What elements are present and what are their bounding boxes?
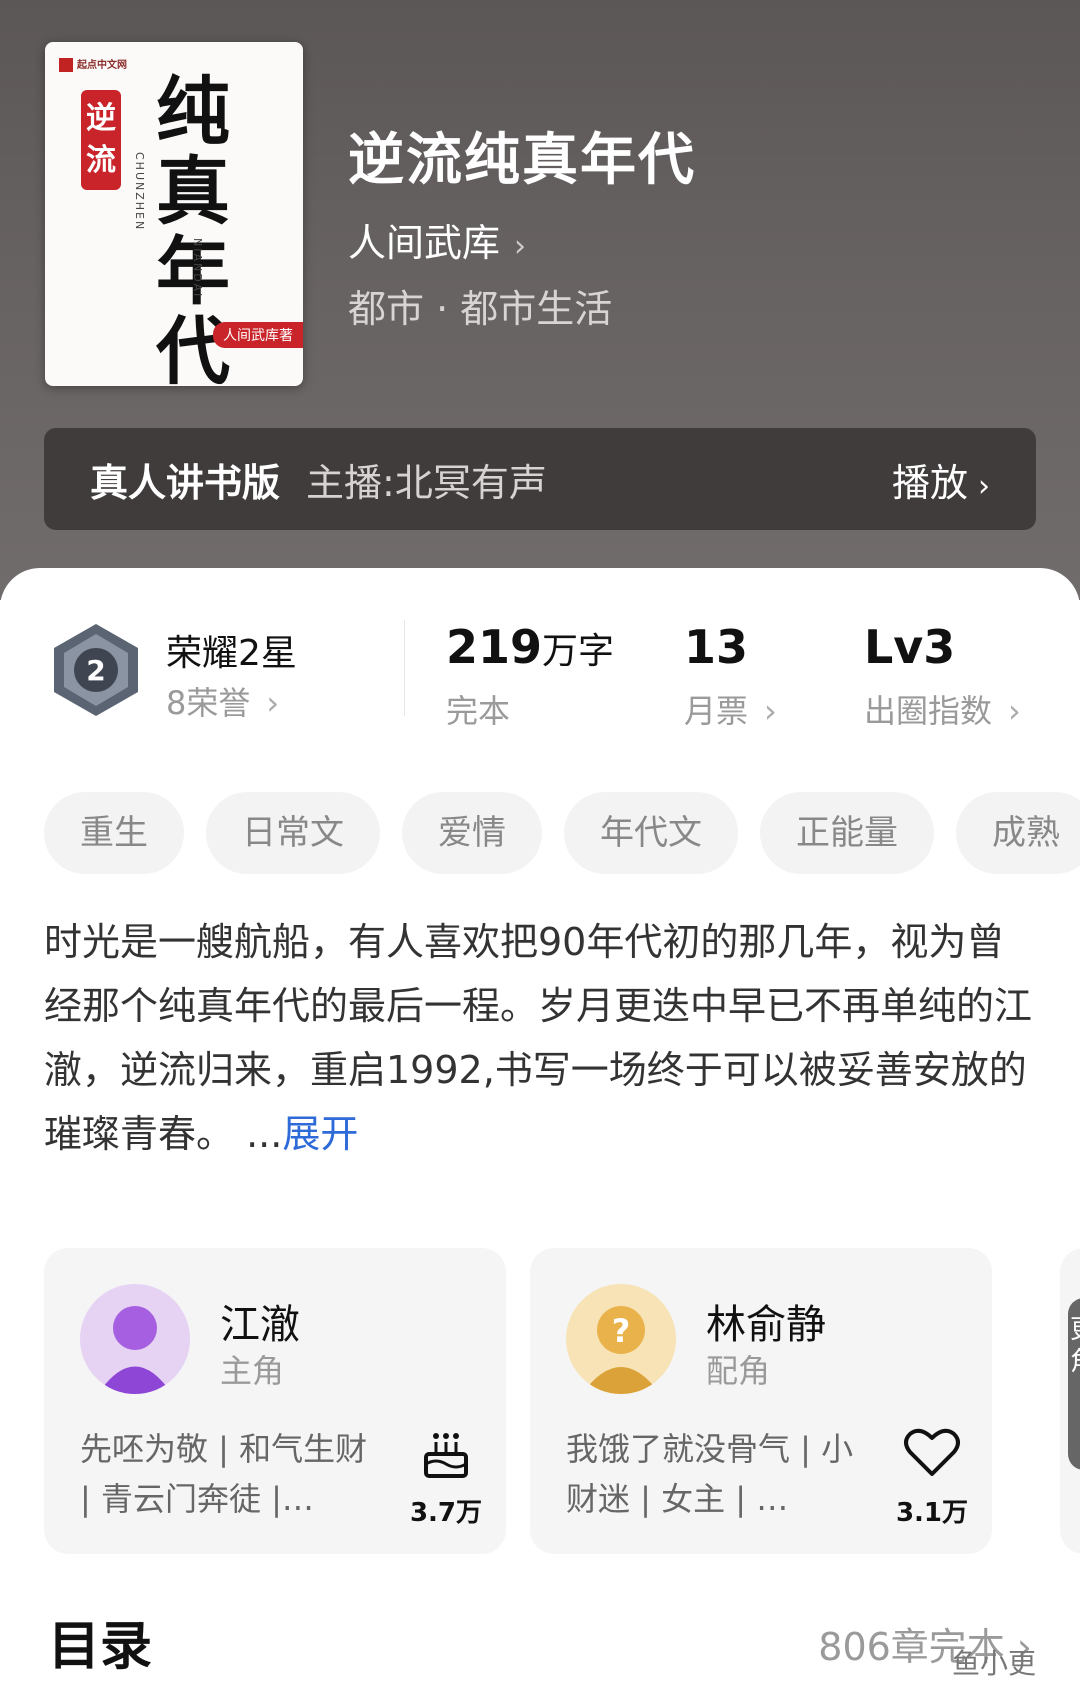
chevron-right-icon: ›: [978, 468, 990, 504]
cover-publisher: 起点中文网: [59, 56, 127, 72]
character-like-count: 3.7万: [409, 1498, 483, 1528]
character-name: 林俞静: [706, 1302, 826, 1348]
cover-author-stamp: 人间武库著: [213, 322, 303, 348]
tag-list: 重生 日常文 爱情 年代文 正能量 成熟: [44, 792, 1080, 874]
cake-icon: [424, 1433, 468, 1478]
toc-title: 目录: [48, 1617, 153, 1677]
book-cover[interactable]: 起点中文网 逆流 纯真年代 CHUNZHEN NIANDAI 人间武库著: [45, 42, 303, 386]
character-name: 江澈: [220, 1302, 300, 1348]
avatar: ?: [566, 1284, 676, 1394]
honor-count-link[interactable]: 8荣誉 ›: [166, 678, 279, 724]
tag-chip[interactable]: 爱情: [402, 792, 542, 874]
more-characters-button[interactable]: 更多角色: [1068, 1298, 1080, 1470]
expand-link[interactable]: 展开: [282, 1112, 358, 1156]
chevron-right-icon: ›: [1008, 692, 1021, 730]
cover-subtitle: 逆流: [81, 90, 121, 190]
tag-chip[interactable]: 成熟: [956, 792, 1080, 874]
book-description: 时光是一艘航船，有人喜欢把90年代初的那几年，视为曾经那个纯真年代的最后一程。岁…: [44, 910, 1039, 1166]
author-name: 人间武库: [348, 221, 501, 265]
book-genre: 都市 · 都市生活: [348, 287, 613, 331]
chevron-right-icon: ›: [764, 692, 777, 730]
character-card[interactable]: ? 林俞静 配角 我饿了就没骨气 | 小财迷 | 女主 | … 3.1万: [530, 1248, 992, 1554]
tag-chip[interactable]: 重生: [44, 792, 184, 874]
stats-row: 2 荣耀2星 8荣誉 › 219万字 完本 13 月票 › Lv3 出圈指数 ›: [0, 620, 1080, 730]
character-card[interactable]: 江澈 主角 先呸为敬 | 和气生财 | 青云门奔徒 |… 3.7万: [44, 1248, 506, 1554]
monthly-ticket-stat[interactable]: 13 月票 ›: [684, 620, 777, 732]
book-title: 逆流纯真年代: [348, 127, 696, 193]
chevron-right-icon: ›: [514, 229, 527, 264]
audio-label: 真人讲书版: [90, 460, 281, 505]
svg-text:2: 2: [86, 654, 105, 687]
heart-icon[interactable]: [902, 1424, 962, 1480]
author-link[interactable]: 人间武库 ›: [348, 212, 526, 267]
character-like-count: 3.1万: [895, 1498, 969, 1528]
tag-chip[interactable]: 年代文: [564, 792, 738, 874]
tag-chip[interactable]: 日常文: [206, 792, 380, 874]
book-header: 起点中文网 逆流 纯真年代 CHUNZHEN NIANDAI 人间武库著 逆流纯…: [0, 0, 1080, 600]
cover-pinyin-1: CHUNZHEN: [133, 152, 146, 232]
cover-pinyin-2: NIANDAI: [191, 238, 204, 299]
play-button[interactable]: 播放 ›: [892, 452, 990, 507]
popularity-index-stat[interactable]: Lv3 出圈指数 ›: [864, 620, 1021, 732]
audio-narrator: 主播:北冥有声: [306, 460, 547, 505]
description-text: 时光是一艘航船，有人喜欢把90年代初的那几年，视为曾经那个纯真年代的最后一程。岁…: [44, 920, 1033, 1156]
honor-medal-icon: 2: [54, 624, 138, 716]
divider: [404, 620, 405, 716]
svg-text:?: ?: [612, 1312, 631, 1350]
honor-title: 荣耀2星: [166, 633, 297, 674]
character-tags: 我饿了就没骨气 | 小财迷 | 女主 | …: [566, 1430, 854, 1518]
audio-version-bar[interactable]: 真人讲书版 主播:北冥有声 播放 ›: [44, 428, 1036, 530]
tag-chip[interactable]: 正能量: [760, 792, 934, 874]
character-tags: 先呸为敬 | 和气生财 | 青云门奔徒 |…: [80, 1430, 368, 1518]
character-list: 江澈 主角 先呸为敬 | 和气生财 | 青云门奔徒 |… 3.7万 ? 林俞静 …: [44, 1248, 1080, 1554]
watermark: 鱼小更: [951, 1647, 1036, 1680]
chevron-right-icon: ›: [266, 684, 280, 722]
character-role: 主角: [220, 1352, 285, 1390]
character-role: 配角: [706, 1352, 771, 1390]
avatar: [80, 1284, 190, 1394]
word-count-stat: 219万字 完本: [446, 620, 615, 730]
